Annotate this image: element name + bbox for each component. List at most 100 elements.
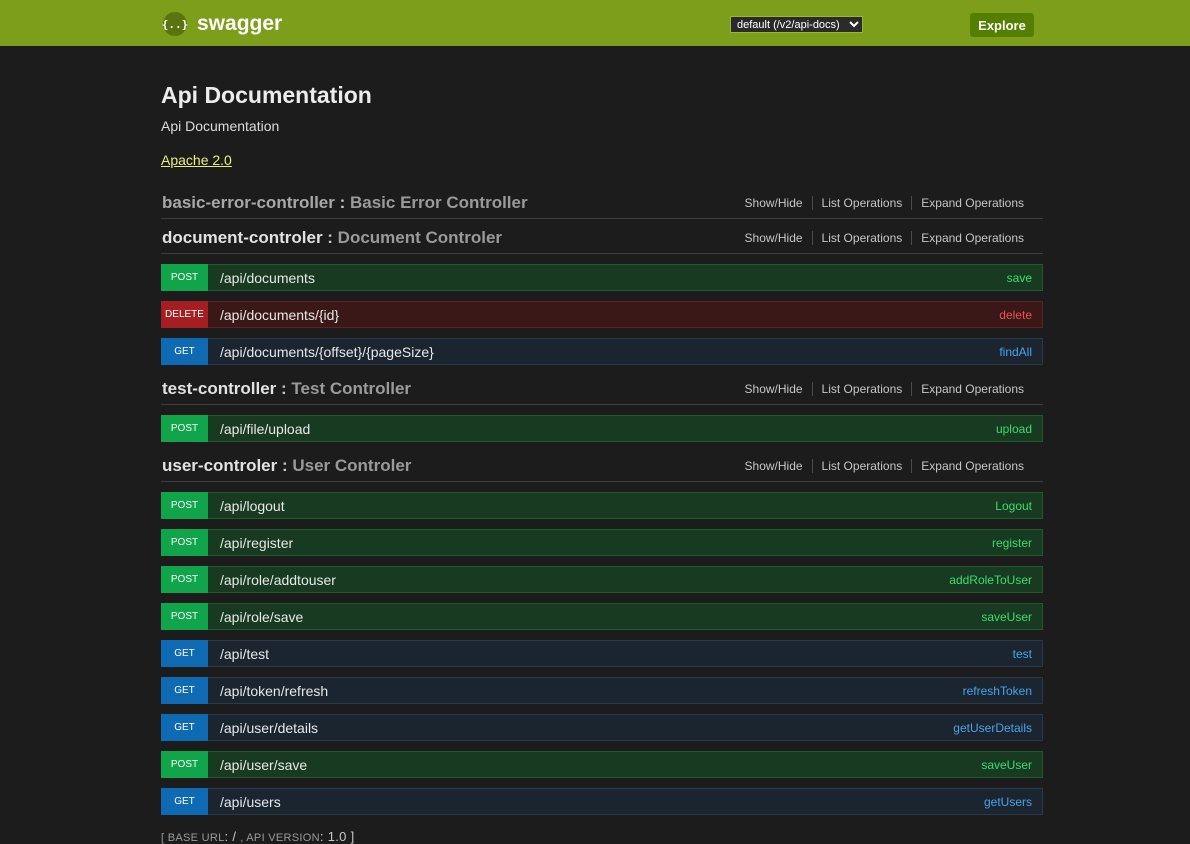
base-url-label: BASE URL	[167, 832, 225, 844]
operation-row[interactable]: GET/api/users getUsers	[161, 788, 1043, 815]
method-badge-get[interactable]: GET	[161, 338, 208, 365]
operation-path[interactable]: /api/documents/{id}	[220, 307, 339, 323]
operation-nickname[interactable]: saveUser	[981, 610, 1032, 624]
operation-row[interactable]: POST/api/role/addtouser addRoleToUser	[161, 566, 1043, 593]
operation-bar[interactable]: /api/user/details getUserDetails	[208, 714, 1043, 741]
operation-bar[interactable]: /api/documents/{offset}/{pageSize} findAl…	[208, 338, 1043, 365]
operation-path[interactable]: /api/role/save	[220, 609, 303, 625]
operation-nickname[interactable]: findAll	[999, 345, 1032, 359]
resource-name: basic-error-controller	[162, 193, 335, 212]
operation-path[interactable]: /api/role/addtouser	[220, 572, 336, 588]
operation-bar[interactable]: /api/token/refresh refreshToken	[208, 677, 1043, 704]
operation-nickname[interactable]: delete	[999, 308, 1032, 322]
operation-bar[interactable]: /api/test test	[208, 640, 1043, 667]
operation-row[interactable]: POST/api/user/save saveUser	[161, 751, 1043, 778]
operation-row[interactable]: GET/api/token/refresh refreshToken	[161, 677, 1043, 704]
list-operations-link[interactable]: List Operations	[811, 231, 912, 245]
show-hide-link[interactable]: Show/Hide	[736, 459, 812, 473]
operation-nickname[interactable]: getUserDetails	[953, 721, 1032, 735]
operation-bar[interactable]: /api/documents/{id} delete	[208, 301, 1043, 328]
operation-path[interactable]: /api/file/upload	[220, 421, 310, 437]
method-badge-get[interactable]: GET	[161, 677, 208, 704]
operation-path[interactable]: /api/user/save	[220, 757, 307, 773]
operation-row[interactable]: DELETE/api/documents/{id} delete	[161, 301, 1043, 328]
resource-name: test-controller	[162, 379, 277, 398]
expand-operations-link[interactable]: Expand Operations	[911, 459, 1033, 473]
resource-title[interactable]: document-controler : Document Controler	[162, 228, 502, 248]
method-badge-post[interactable]: POST	[161, 751, 208, 778]
operation-bar[interactable]: /api/users getUsers	[208, 788, 1043, 815]
method-badge-post[interactable]: POST	[161, 264, 208, 291]
resource-heading: test-controller : Test Controller Show/Hi…	[161, 374, 1043, 405]
operation-bar[interactable]: /api/file/upload upload	[208, 415, 1043, 442]
method-badge-get[interactable]: GET	[161, 788, 208, 815]
method-badge-get[interactable]: GET	[161, 714, 208, 741]
operation-row[interactable]: GET/api/test test	[161, 640, 1043, 667]
resource-title[interactable]: test-controller : Test Controller	[162, 379, 411, 399]
operation-bar[interactable]: /api/documents save	[208, 264, 1043, 291]
resource-separator: :	[322, 228, 338, 247]
expand-operations-link[interactable]: Expand Operations	[911, 231, 1033, 245]
method-badge-post[interactable]: POST	[161, 529, 208, 556]
api-definition-select[interactable]: default (/v2/api-docs)	[730, 16, 863, 33]
main-content: Api Documentation Api Documentation Apac…	[161, 80, 1043, 815]
operation-row[interactable]: GET/api/documents/{offset}/{pageSize} fin…	[161, 338, 1043, 365]
method-badge-get[interactable]: GET	[161, 640, 208, 667]
method-badge-post[interactable]: POST	[161, 603, 208, 630]
operation-list: POST/api/file/upload upload	[161, 415, 1043, 442]
operation-bar[interactable]: /api/logout Logout	[208, 492, 1043, 519]
resource-separator: :	[334, 193, 350, 212]
operation-path[interactable]: /api/user/details	[220, 720, 318, 736]
operation-bar[interactable]: /api/user/save saveUser	[208, 751, 1043, 778]
operation-path[interactable]: /api/register	[220, 535, 293, 551]
resource-title[interactable]: basic-error-controller : Basic Error Con…	[162, 193, 528, 213]
list-operations-link[interactable]: List Operations	[811, 382, 912, 396]
operation-nickname[interactable]: addRoleToUser	[949, 573, 1032, 587]
list-operations-link[interactable]: List Operations	[811, 459, 912, 473]
resource-title[interactable]: user-controler : User Controler	[162, 456, 411, 476]
footer-info: [ BASE URL: / , API VERSION: 1.0 ]	[161, 829, 355, 844]
swagger-logo[interactable]: {..} swagger	[162, 12, 282, 36]
operation-nickname[interactable]: saveUser	[981, 758, 1032, 772]
expand-operations-link[interactable]: Expand Operations	[911, 196, 1033, 210]
operation-path[interactable]: /api/test	[220, 646, 269, 662]
operation-row[interactable]: POST/api/register register	[161, 529, 1043, 556]
operation-path[interactable]: /api/token/refresh	[220, 683, 328, 699]
method-badge-post[interactable]: POST	[161, 566, 208, 593]
operation-row[interactable]: POST/api/role/save saveUser	[161, 603, 1043, 630]
operation-nickname[interactable]: getUsers	[984, 795, 1032, 809]
operation-row[interactable]: GET/api/user/details getUserDetails	[161, 714, 1043, 741]
resource-name: user-controler	[162, 456, 278, 475]
operation-nickname[interactable]: Logout	[995, 499, 1032, 513]
operation-nickname[interactable]: refreshToken	[963, 684, 1032, 698]
operation-path[interactable]: /api/users	[220, 794, 281, 810]
operation-bar[interactable]: /api/register register	[208, 529, 1043, 556]
method-badge-post[interactable]: POST	[161, 492, 208, 519]
operation-row[interactable]: POST/api/file/upload upload	[161, 415, 1043, 442]
swagger-logo-icon: {..}	[162, 12, 188, 36]
operation-path[interactable]: /api/documents	[220, 270, 315, 286]
show-hide-link[interactable]: Show/Hide	[736, 382, 812, 396]
operation-nickname[interactable]: register	[992, 536, 1032, 550]
resource-document-controler: document-controler : Document Controler S…	[161, 223, 1043, 365]
operation-nickname[interactable]: test	[1013, 647, 1032, 661]
expand-operations-link[interactable]: Expand Operations	[911, 382, 1033, 396]
license-link[interactable]: Apache 2.0	[161, 152, 232, 170]
list-operations-link[interactable]: List Operations	[811, 196, 912, 210]
resource-heading: document-controler : Document Controler S…	[161, 223, 1043, 254]
operation-bar[interactable]: /api/role/save saveUser	[208, 603, 1043, 630]
show-hide-link[interactable]: Show/Hide	[736, 196, 812, 210]
method-badge-post[interactable]: POST	[161, 415, 208, 442]
operation-nickname[interactable]: save	[1007, 271, 1032, 285]
operation-row[interactable]: POST/api/logout Logout	[161, 492, 1043, 519]
operation-bar[interactable]: /api/role/addtouser addRoleToUser	[208, 566, 1043, 593]
operation-row[interactable]: POST/api/documents save	[161, 264, 1043, 291]
resource-separator: :	[277, 456, 293, 475]
operation-path[interactable]: /api/logout	[220, 498, 285, 514]
show-hide-link[interactable]: Show/Hide	[736, 231, 812, 245]
explore-button[interactable]: Explore	[970, 13, 1034, 37]
method-badge-delete[interactable]: DELETE	[161, 301, 208, 328]
operation-nickname[interactable]: upload	[996, 422, 1032, 436]
api-version-value: : 1.0	[319, 829, 351, 844]
operation-path[interactable]: /api/documents/{offset}/{pageSize}	[220, 344, 434, 360]
